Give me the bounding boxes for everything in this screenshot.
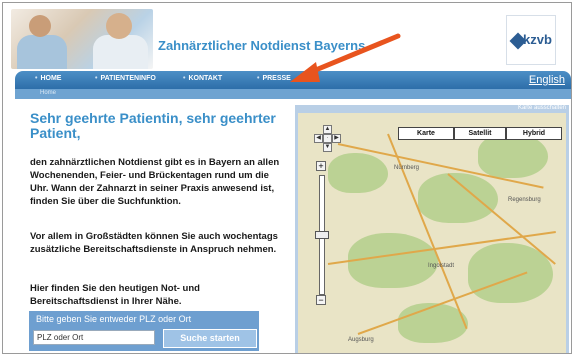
- nearby-paragraph: Hier finden Sie den heutigen Not- und Be…: [30, 283, 200, 307]
- search-start-button[interactable]: Suche starten: [163, 329, 257, 348]
- nav-item-kontakt[interactable]: KONTAKT: [183, 75, 222, 82]
- nav-item-patienteninfo[interactable]: PATIENTENINFO: [95, 75, 155, 82]
- nav-item-presse[interactable]: PRESSE: [257, 75, 290, 82]
- zoom-out-button[interactable]: −: [316, 295, 326, 305]
- zoom-slider-handle[interactable]: [315, 231, 329, 239]
- search-panel: Bitte geben Sie entweder PLZ oder Ort Su…: [29, 311, 259, 351]
- pan-up-icon[interactable]: ▲: [323, 125, 332, 134]
- patient-head: [29, 15, 51, 37]
- map-type-satellit-button[interactable]: Satellit: [454, 127, 506, 140]
- map-panel: Karte ausschalten Nürnberg Regensburg In…: [295, 105, 569, 353]
- kzvb-logo[interactable]: kzvb: [506, 15, 556, 65]
- language-link-english[interactable]: English: [529, 74, 565, 86]
- intro-panel: Sehr geehrte Patientin, sehr geehrter Pa…: [15, 99, 285, 353]
- map-pan-control: ▲ ◀ · ▶ ▼: [314, 125, 341, 152]
- pan-right-icon[interactable]: ▶: [332, 134, 341, 143]
- site-title: Zahnärztlicher Notdienst Bayerns: [158, 38, 366, 53]
- nav-item-home[interactable]: HOME: [35, 75, 61, 82]
- map-type-hybrid-button[interactable]: Hybrid: [506, 127, 562, 140]
- map-town-label: Nürnberg: [394, 165, 420, 171]
- pan-center-icon[interactable]: ·: [323, 134, 332, 143]
- search-caption: Bitte geben Sie entweder PLZ oder Ort: [36, 314, 192, 324]
- breadcrumb[interactable]: Home: [40, 90, 56, 96]
- logo-text: kzvb: [523, 32, 552, 47]
- main-content: Sehr geehrte Patientin, sehr geehrter Pa…: [15, 99, 571, 353]
- weekday-paragraph: Vor allem in Großstädten können Sie auch…: [30, 231, 278, 255]
- map-forest-area: [348, 233, 438, 288]
- screenshot-frame: Zahnärztlicher Notdienst Bayerns kzvb HO…: [2, 2, 572, 354]
- map-town-label: Augsburg: [348, 337, 374, 343]
- header-photo: [11, 9, 153, 69]
- pan-down-icon[interactable]: ▼: [323, 143, 332, 152]
- main-navigation: HOME PATIENTENINFO KONTAKT PRESSE Englis…: [15, 71, 571, 89]
- dentist-figure: [93, 35, 148, 69]
- map-toggle-link[interactable]: Karte ausschalten: [518, 105, 566, 111]
- site-header: Zahnärztlicher Notdienst Bayerns kzvb: [3, 3, 571, 71]
- map-forest-area: [328, 153, 388, 193]
- map-town-label: Ingolstadt: [428, 263, 455, 269]
- pan-left-icon[interactable]: ◀: [314, 134, 323, 143]
- breadcrumb-bar: Home: [15, 89, 571, 99]
- greeting-heading: Sehr geehrte Patientin, sehr geehrter Pa…: [30, 110, 276, 141]
- map-type-karte-button[interactable]: Karte: [398, 127, 454, 140]
- patient-figure: [17, 35, 67, 69]
- intro-paragraph: den zahnärztlichen Notdienst gibt es in …: [30, 157, 280, 207]
- location-search-input[interactable]: [33, 330, 155, 345]
- map-town-label: Regensburg: [508, 197, 541, 203]
- zoom-in-button[interactable]: +: [316, 161, 326, 171]
- dentist-head: [106, 13, 132, 39]
- google-map[interactable]: Nürnberg Regensburg Ingolstadt Augsburg …: [298, 113, 566, 353]
